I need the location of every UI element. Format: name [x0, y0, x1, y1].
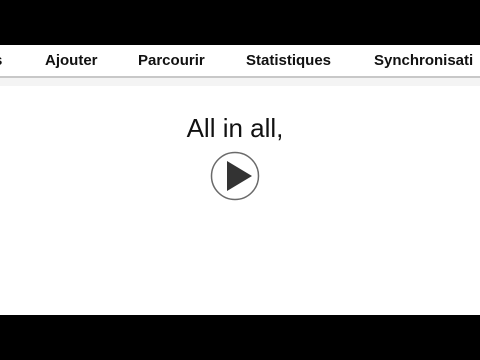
top-menu-bar: s Ajouter Parcourir Statistiques Synchro…: [0, 45, 480, 78]
menu-item-add[interactable]: Ajouter: [45, 51, 98, 71]
menu-item-decks[interactable]: s: [0, 51, 2, 71]
play-icon: [210, 151, 260, 201]
toolbar-strip: [0, 78, 480, 86]
play-audio-button[interactable]: [210, 151, 260, 201]
video-frame: s Ajouter Parcourir Statistiques Synchro…: [0, 0, 480, 360]
menu-item-sync[interactable]: Synchronisati: [374, 51, 473, 71]
app-window: s Ajouter Parcourir Statistiques Synchro…: [0, 45, 480, 315]
card-question: All in all,: [186, 113, 284, 143]
menu-item-browse[interactable]: Parcourir: [138, 51, 205, 71]
menu-item-stats[interactable]: Statistiques: [246, 51, 331, 71]
